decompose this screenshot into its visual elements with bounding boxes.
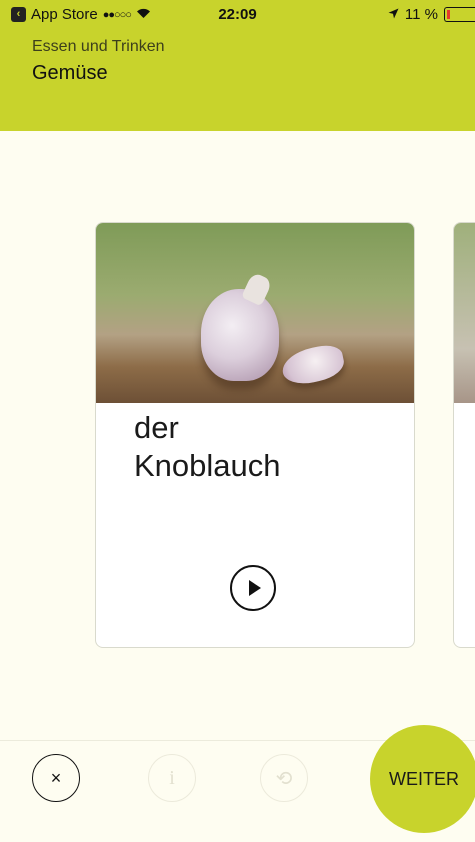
status-bar-right: 11 % — [388, 6, 475, 23]
flashcard[interactable]: der Knoblauch — [95, 222, 415, 648]
garlic-image — [96, 223, 414, 403]
vocabulary-screen: ‹ App Store ●●○○○ 22:09 11 % Essen und T… — [0, 0, 475, 842]
play-icon — [249, 580, 261, 596]
location-arrow-icon — [388, 7, 399, 22]
garlic-clove-shape — [279, 341, 347, 389]
undo-button[interactable]: ⟲ — [260, 754, 308, 802]
word-noun: Knoblauch — [134, 448, 281, 483]
info-icon: i — [169, 766, 175, 789]
play-audio-button[interactable] — [230, 565, 276, 611]
battery-percent: 11 % — [404, 6, 438, 23]
info-button[interactable]: i — [148, 754, 196, 802]
undo-icon: ⟲ — [275, 767, 293, 790]
next-button[interactable]: WEITER — [370, 725, 475, 833]
next-card-image — [454, 223, 475, 403]
category-title: Essen und Trinken — [32, 38, 165, 55]
word-article: der — [134, 410, 179, 445]
battery-icon — [444, 7, 475, 22]
close-icon: × — [50, 767, 62, 788]
next-flashcard-peek[interactable] — [453, 222, 475, 648]
garlic-bulb-shape — [201, 289, 279, 381]
status-bar: ‹ App Store ●●○○○ 22:09 11 % — [0, 0, 475, 30]
close-button[interactable]: × — [32, 754, 80, 802]
next-button-label: WEITER — [389, 768, 459, 789]
header: ‹ App Store ●●○○○ 22:09 11 % Essen und T… — [0, 0, 475, 131]
subcategory-title: Gemüse — [32, 62, 108, 84]
